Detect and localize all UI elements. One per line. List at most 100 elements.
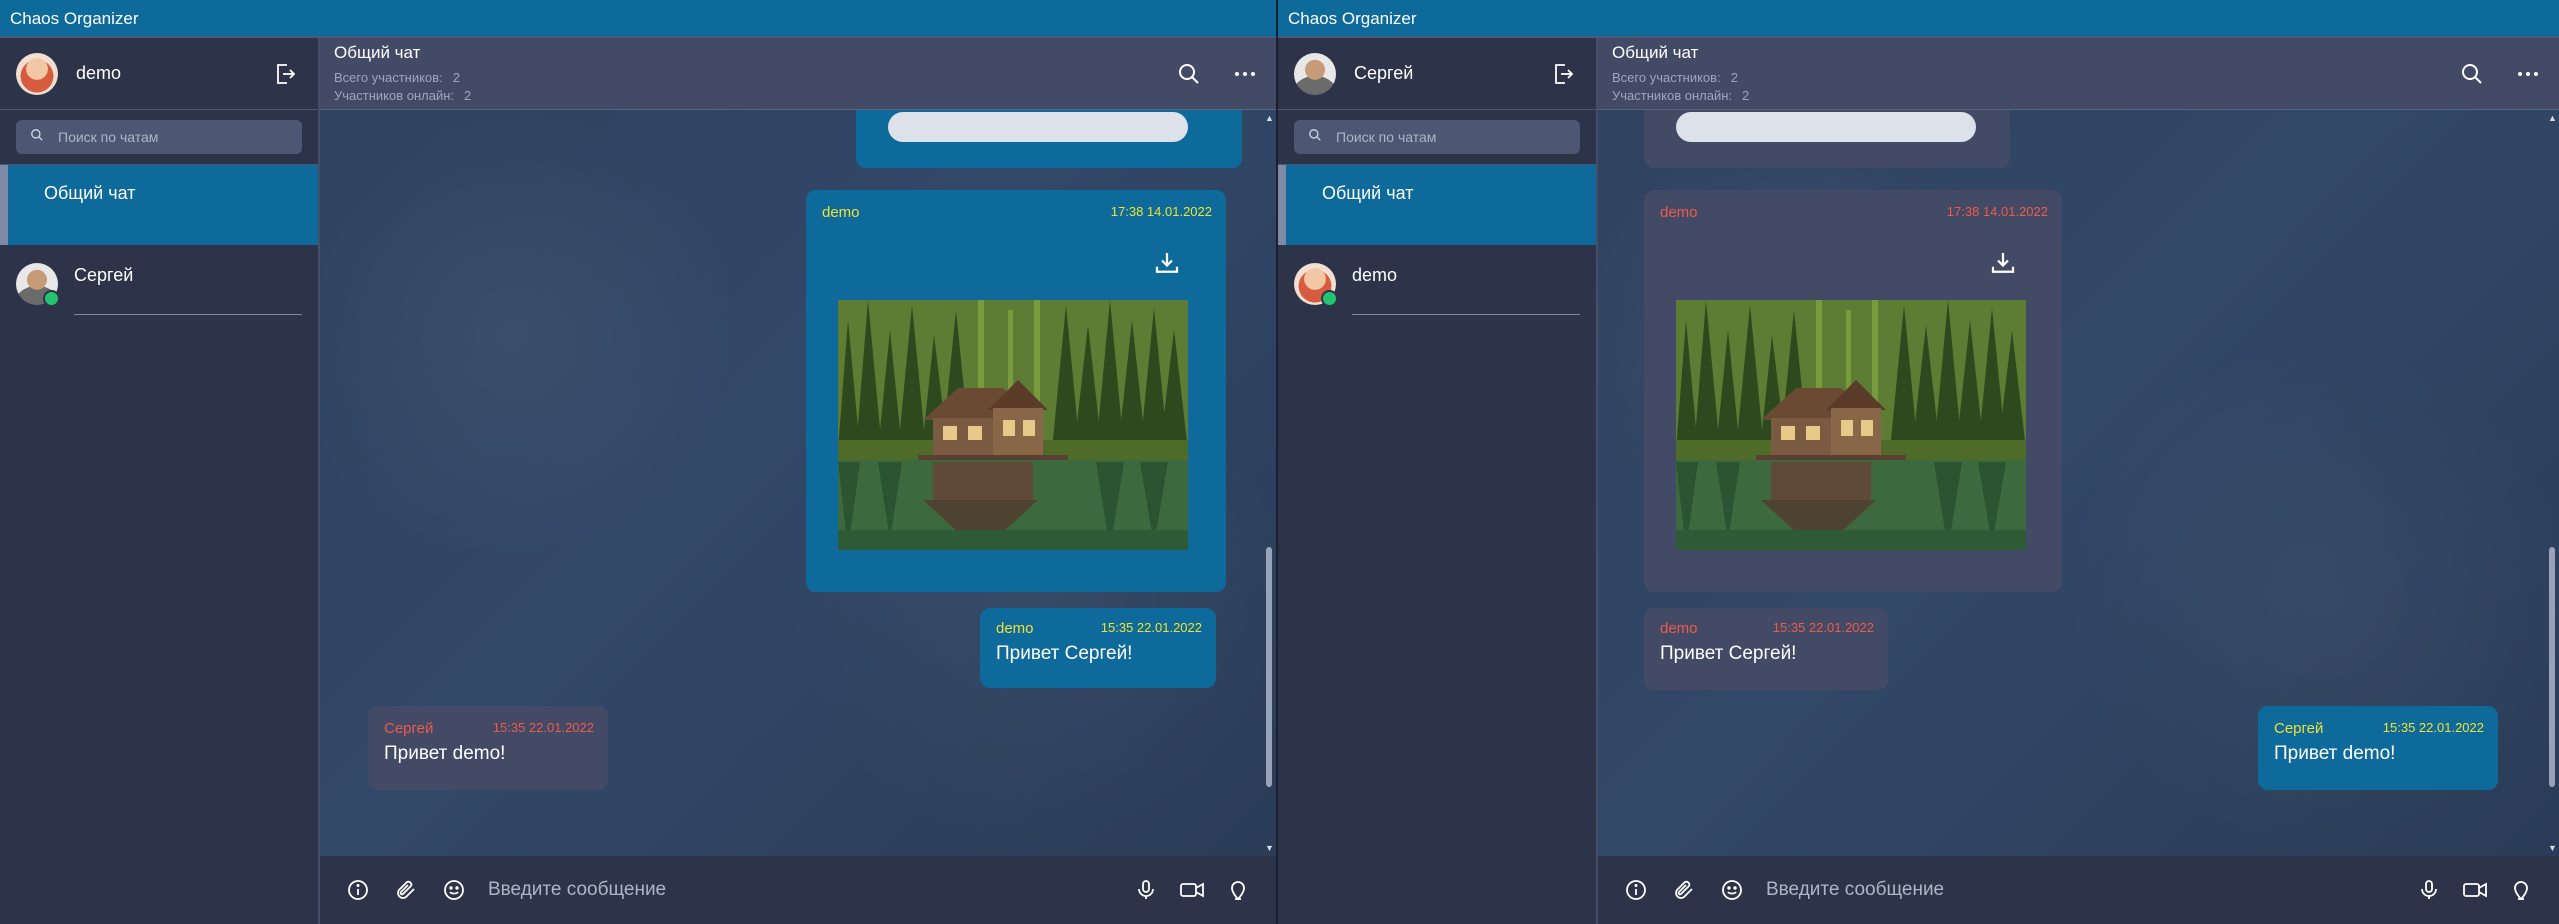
user-avatar[interactable] (1294, 52, 1336, 95)
message-author: demo (1660, 620, 1698, 637)
total-members-label: Всего участников: (1612, 69, 1721, 85)
message-body: Привет demo! (2274, 743, 2396, 764)
online-members-value: 2 (1742, 87, 1750, 103)
search-icon (30, 128, 44, 147)
previous-attachment (1676, 112, 1976, 142)
previous-attachment (888, 112, 1188, 142)
message-scrollbar[interactable]: ▲ ▼ (2548, 114, 2557, 853)
message-body: Привет Сергей! (1660, 643, 1797, 664)
message-composer (1598, 856, 2559, 924)
chat-panel: Общий чат Всего участников: 2 Участников … (320, 38, 1276, 924)
current-user: Сергей (1278, 38, 1596, 110)
scroll-thumb[interactable] (1266, 547, 1272, 787)
message-list[interactable]: demo 17:38 14.01.2022 demo 15:35 22.01.2… (320, 110, 1276, 856)
logout-icon[interactable] (1546, 57, 1580, 91)
info-icon[interactable] (342, 874, 374, 906)
total-members-value: 2 (1730, 69, 1738, 85)
online-members-value: 2 (464, 87, 472, 103)
attach-icon[interactable] (1668, 874, 1700, 906)
divider (74, 314, 302, 315)
more-options-icon[interactable] (1228, 57, 1262, 91)
chat-title: Общий чат (1612, 42, 1699, 62)
message-input[interactable] (1764, 878, 2399, 902)
message-list[interactable]: demo 17:38 14.01.2022 demo 15:35 22.01.2… (1598, 110, 2559, 856)
message-scrollbar[interactable]: ▲ ▼ (1265, 114, 1274, 853)
app-title: Chaos Organizer (1278, 0, 2559, 38)
total-members-value: 2 (452, 69, 460, 85)
contact-avatar (1294, 263, 1338, 307)
divider (1352, 314, 1580, 315)
logout-icon[interactable] (268, 57, 302, 91)
download-icon[interactable] (1986, 246, 2020, 280)
chat-header: Общий чат Всего участников: 2 Участников … (1598, 38, 2559, 110)
message-time: 15:35 22.01.2022 (1772, 620, 1874, 635)
message-author: Сергей (384, 720, 434, 737)
attach-icon[interactable] (390, 874, 422, 906)
chat-search (0, 110, 318, 165)
message-previous (1644, 110, 2010, 168)
scroll-up-icon[interactable]: ▲ (1265, 114, 1274, 123)
location-icon[interactable] (2505, 874, 2537, 906)
chat-search-input[interactable] (56, 128, 280, 146)
message-text: demo 15:35 22.01.2022 Привет Сергей! (980, 608, 1216, 688)
video-icon[interactable] (1176, 874, 1208, 906)
chat-search-box[interactable] (16, 120, 302, 154)
message-previous (856, 110, 1242, 168)
location-icon[interactable] (1222, 874, 1254, 906)
chat-item-label: Общий чат (44, 183, 136, 203)
search-icon[interactable] (2455, 57, 2489, 91)
message-time: 15:35 22.01.2022 (1100, 620, 1202, 635)
chat-item-label: Общий чат (1322, 183, 1414, 203)
message-author: demo (822, 204, 860, 221)
message-author: demo (1660, 204, 1698, 221)
info-icon[interactable] (1620, 874, 1652, 906)
message-body: Привет Сергей! (996, 643, 1133, 664)
scroll-up-icon[interactable]: ▲ (2548, 114, 2557, 123)
chat-item-general[interactable]: Общий чат (0, 165, 318, 245)
message-text: Сергей 15:35 22.01.2022 Привет demo! (2258, 706, 2498, 790)
attached-photo[interactable] (1676, 300, 2026, 550)
chat-search-box[interactable] (1294, 120, 1580, 154)
microphone-icon[interactable] (2413, 874, 2445, 906)
emoji-icon[interactable] (438, 874, 470, 906)
message-body: Привет demo! (384, 743, 506, 764)
message-time: 15:35 22.01.2022 (2382, 720, 2484, 735)
chat-header: Общий чат Всего участников: 2 Участников … (320, 38, 1276, 110)
online-indicator (1321, 290, 1338, 307)
scroll-down-icon[interactable]: ▼ (1265, 844, 1274, 853)
chat-title: Общий чат (334, 42, 421, 62)
message-input[interactable] (486, 878, 1116, 902)
total-members-label: Всего участников: (334, 69, 443, 85)
message-time: 15:35 22.01.2022 (492, 720, 594, 735)
more-options-icon[interactable] (2511, 57, 2545, 91)
microphone-icon[interactable] (1130, 874, 1162, 906)
chat-item-label: demo (1352, 265, 1398, 285)
emoji-icon[interactable] (1716, 874, 1748, 906)
user-name: demo (76, 63, 122, 83)
video-icon[interactable] (2459, 874, 2491, 906)
scroll-down-icon[interactable]: ▼ (2548, 844, 2557, 853)
user-avatar[interactable] (16, 52, 58, 95)
chat-panel: Общий чат Всего участников: 2 Участников … (1598, 38, 2559, 924)
chat-item-label: Сергей (74, 265, 134, 285)
sidebar: Сергей Общий чат (1278, 38, 1598, 924)
message-composer (320, 856, 1276, 924)
chat-search-input[interactable] (1334, 128, 1558, 146)
scroll-thumb[interactable] (2549, 547, 2555, 787)
window-sergey: Chaos Organizer Сергей Общий чат (1278, 0, 2559, 924)
user-name: Сергей (1354, 63, 1414, 83)
chat-item-sergey[interactable]: Сергей (0, 245, 318, 325)
message-author: Сергей (2274, 720, 2324, 737)
online-indicator (43, 290, 60, 307)
online-members-label: Участников онлайн: (334, 87, 455, 103)
chat-item-demo[interactable]: demo (1278, 245, 1596, 325)
message-time: 17:38 14.01.2022 (1110, 204, 1212, 219)
sidebar: demo Общий чат (0, 38, 320, 924)
search-icon[interactable] (1172, 57, 1206, 91)
chat-item-general[interactable]: Общий чат (1278, 165, 1596, 245)
chat-search (1278, 110, 1596, 165)
message-text: Сергей 15:35 22.01.2022 Привет demo! (368, 706, 608, 790)
attached-photo[interactable] (838, 300, 1188, 550)
download-icon[interactable] (1150, 246, 1184, 280)
message-image: demo 17:38 14.01.2022 (1644, 190, 2062, 592)
